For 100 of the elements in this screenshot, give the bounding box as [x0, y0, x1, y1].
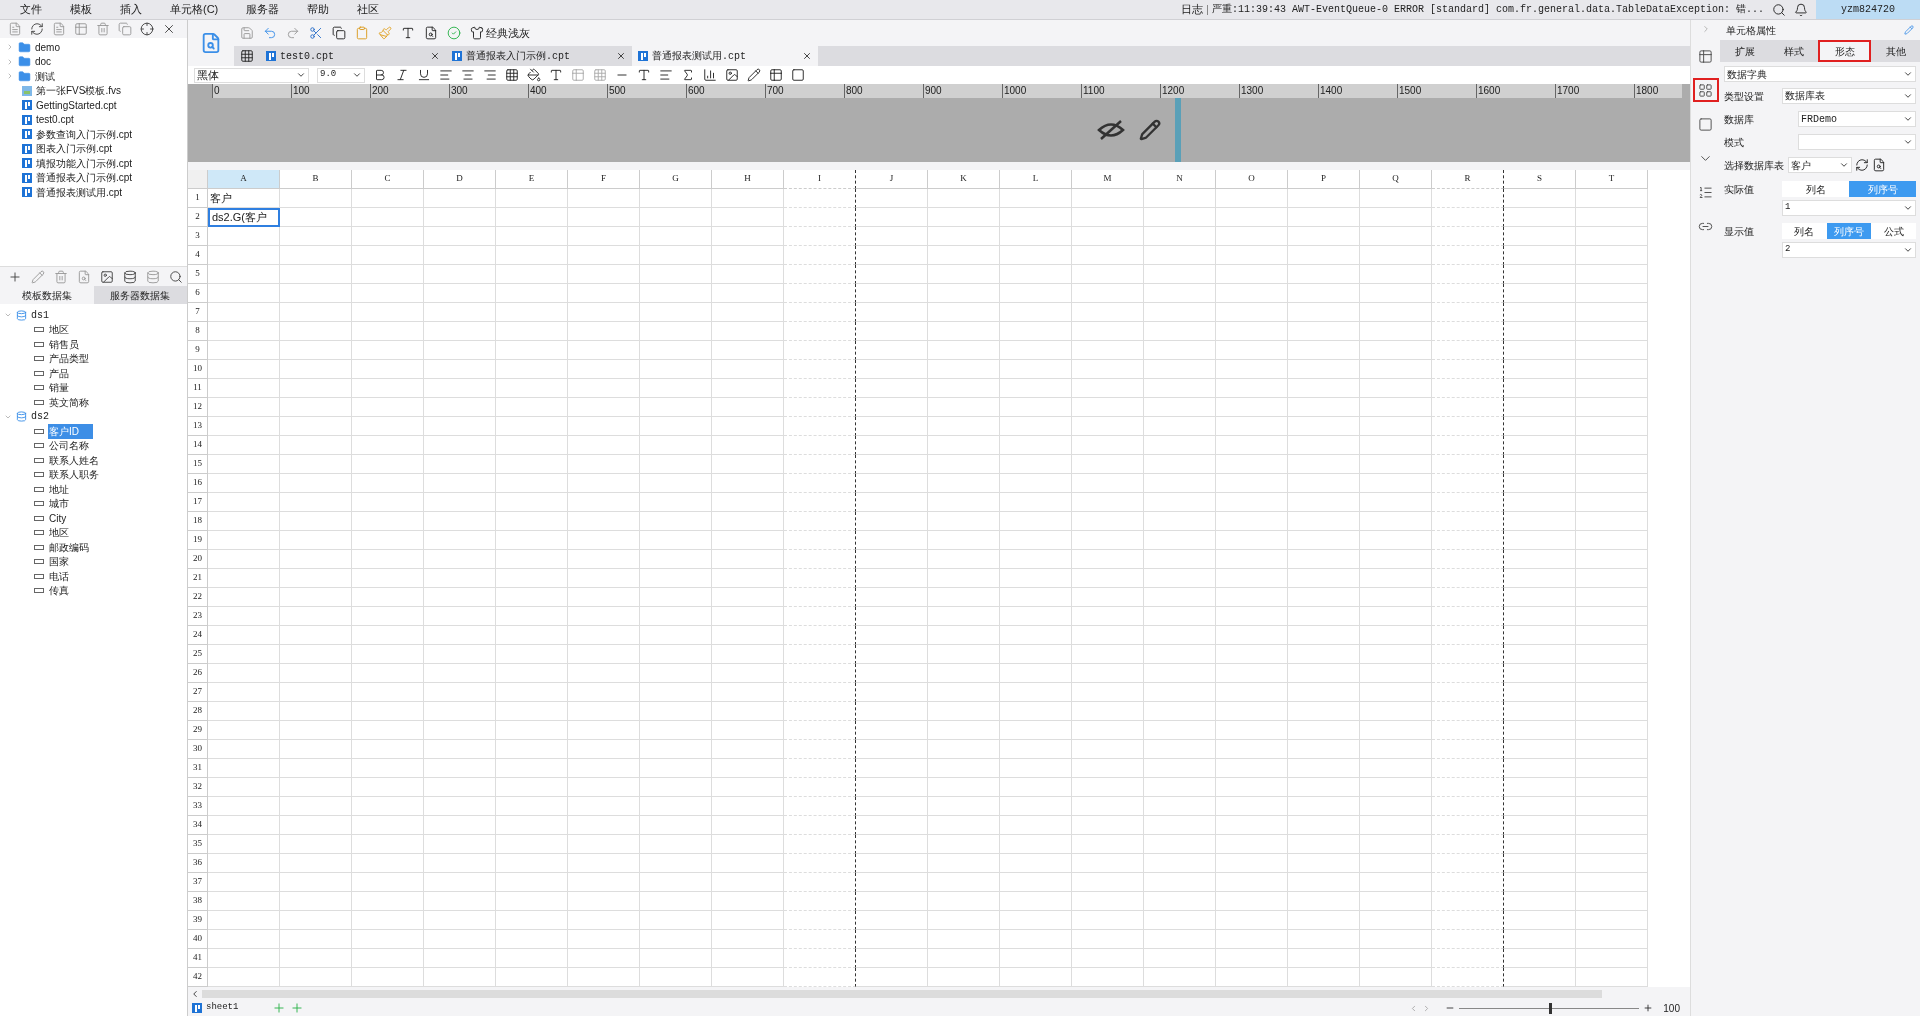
dataset-name[interactable]: ds1	[31, 307, 49, 323]
refresh-icon[interactable]	[30, 22, 44, 36]
scroll-left-icon[interactable]	[190, 988, 200, 999]
row-header[interactable]: 4	[188, 246, 208, 265]
table-icon[interactable]	[74, 22, 88, 36]
row-header[interactable]: 35	[188, 835, 208, 854]
row-header[interactable]: 9	[188, 341, 208, 360]
widget-type-select[interactable]: 数据字典	[1724, 66, 1916, 82]
save-icon[interactable]	[240, 26, 254, 40]
add-sheet-icon[interactable]	[272, 1001, 287, 1015]
column-header[interactable]: S	[1504, 170, 1576, 189]
rich-text-icon[interactable]	[659, 68, 673, 82]
widget-icon[interactable]	[1698, 82, 1713, 98]
collapse-icon[interactable]	[162, 22, 176, 36]
search-icon[interactable]	[1772, 2, 1786, 17]
column-header[interactable]: I	[784, 170, 856, 189]
add-icon[interactable]	[8, 269, 22, 284]
menu-item[interactable]: 插入	[120, 1, 142, 18]
align-center-icon[interactable]	[461, 68, 475, 82]
cut-icon[interactable]	[309, 26, 323, 40]
file-tree-item[interactable]: 填报功能入门示例.cpt	[36, 155, 133, 171]
locate-icon[interactable]	[140, 22, 154, 36]
property-tab[interactable]: 样式	[1769, 40, 1818, 62]
pencil-icon[interactable]	[1139, 119, 1161, 141]
new-report-icon[interactable]	[240, 49, 254, 63]
field-item[interactable]: City	[48, 510, 68, 526]
font-color-icon[interactable]	[549, 68, 563, 82]
image-icon[interactable]	[725, 68, 739, 82]
row-header[interactable]: 13	[188, 417, 208, 436]
side-tab[interactable]	[1692, 78, 1719, 102]
field-item[interactable]: 传真	[48, 583, 70, 599]
hidden-eye-icon[interactable]	[1097, 119, 1125, 141]
zoom-slider-thumb[interactable]	[1549, 1002, 1553, 1014]
field-item[interactable]: 联系人姓名	[48, 452, 100, 468]
row-header[interactable]: 21	[188, 569, 208, 588]
row-header[interactable]: 19	[188, 531, 208, 550]
text-box-icon[interactable]	[401, 26, 415, 40]
cell-icon[interactable]	[1698, 48, 1713, 64]
menu-item[interactable]: 文件	[20, 1, 42, 18]
file-tree-item[interactable]: doc	[35, 54, 52, 70]
value-select[interactable]: FRDemo	[1798, 111, 1916, 127]
row-header[interactable]: 36	[188, 854, 208, 873]
column-header[interactable]: E	[496, 170, 568, 189]
row-header[interactable]: 29	[188, 721, 208, 740]
field-item[interactable]: 产品类型	[48, 351, 90, 367]
align-left-icon[interactable]	[439, 68, 453, 82]
italic-icon[interactable]	[395, 68, 409, 82]
delete-icon[interactable]	[96, 22, 110, 36]
preview-icon[interactable]	[424, 26, 438, 40]
field-item[interactable]: 销售员	[48, 336, 80, 352]
value-select[interactable]: 2	[1782, 242, 1916, 258]
row-header[interactable]: 23	[188, 607, 208, 626]
row-header[interactable]: 8	[188, 322, 208, 341]
field-item[interactable]: 城市	[48, 496, 70, 512]
row-header[interactable]: 1	[188, 189, 208, 208]
format-painter-icon[interactable]	[378, 26, 392, 40]
field-item[interactable]: 电话	[48, 568, 70, 584]
file-tree-item[interactable]: 测试	[35, 68, 55, 84]
user-name[interactable]: yzm824720	[1816, 0, 1920, 19]
column-header[interactable]: P	[1288, 170, 1360, 189]
file-tree-item[interactable]: 普通报表入门示例.cpt	[36, 170, 133, 186]
file-tree-item[interactable]: demo	[35, 39, 60, 55]
field-item[interactable]: 地址	[48, 481, 70, 497]
row-header[interactable]: 27	[188, 683, 208, 702]
border-icon[interactable]	[505, 68, 519, 82]
field-item[interactable]: 联系人职务	[48, 467, 100, 483]
caret-icon[interactable]	[1903, 114, 1913, 124]
menu-item[interactable]: 服务器	[246, 1, 280, 18]
menu-item[interactable]: 帮助	[307, 1, 330, 18]
column-header[interactable]: B	[280, 170, 352, 189]
caret-icon[interactable]	[1903, 245, 1913, 255]
document-tab[interactable]: 普通报表测试用.cpt	[632, 46, 818, 66]
field-item[interactable]: 销量	[48, 380, 70, 396]
dataset-tab[interactable]: 服务器数据集	[93, 286, 187, 304]
row-header[interactable]: 24	[188, 626, 208, 645]
row-header[interactable]: 7	[188, 303, 208, 322]
check-icon[interactable]	[447, 26, 461, 40]
row-header[interactable]: 34	[188, 816, 208, 835]
pin-icon[interactable]	[1904, 25, 1914, 35]
close-icon[interactable]	[616, 51, 626, 61]
caret-icon[interactable]	[1903, 91, 1913, 101]
underline-icon[interactable]	[417, 68, 431, 82]
file-tree-item[interactable]: 图表入门示例.cpt	[36, 141, 113, 157]
paste-icon[interactable]	[355, 26, 369, 40]
row-header[interactable]: 33	[188, 797, 208, 816]
file-icon[interactable]	[52, 22, 66, 36]
row-header[interactable]: 12	[188, 398, 208, 417]
template-icon[interactable]	[200, 32, 222, 54]
formula-icon[interactable]	[681, 68, 695, 82]
caret-icon[interactable]	[1903, 203, 1913, 213]
close-icon[interactable]	[430, 51, 440, 61]
caret-icon[interactable]	[1903, 69, 1913, 79]
field-item[interactable]: 邮政编码	[48, 539, 90, 555]
font-select[interactable]: 黑体	[194, 67, 309, 83]
bell-icon[interactable]	[1794, 2, 1808, 17]
column-header[interactable]: C	[352, 170, 424, 189]
row-header[interactable]: 17	[188, 493, 208, 512]
field-item[interactable]: 地区	[48, 322, 70, 338]
row-header[interactable]: 30	[188, 740, 208, 759]
column-header[interactable]: A	[208, 170, 280, 189]
